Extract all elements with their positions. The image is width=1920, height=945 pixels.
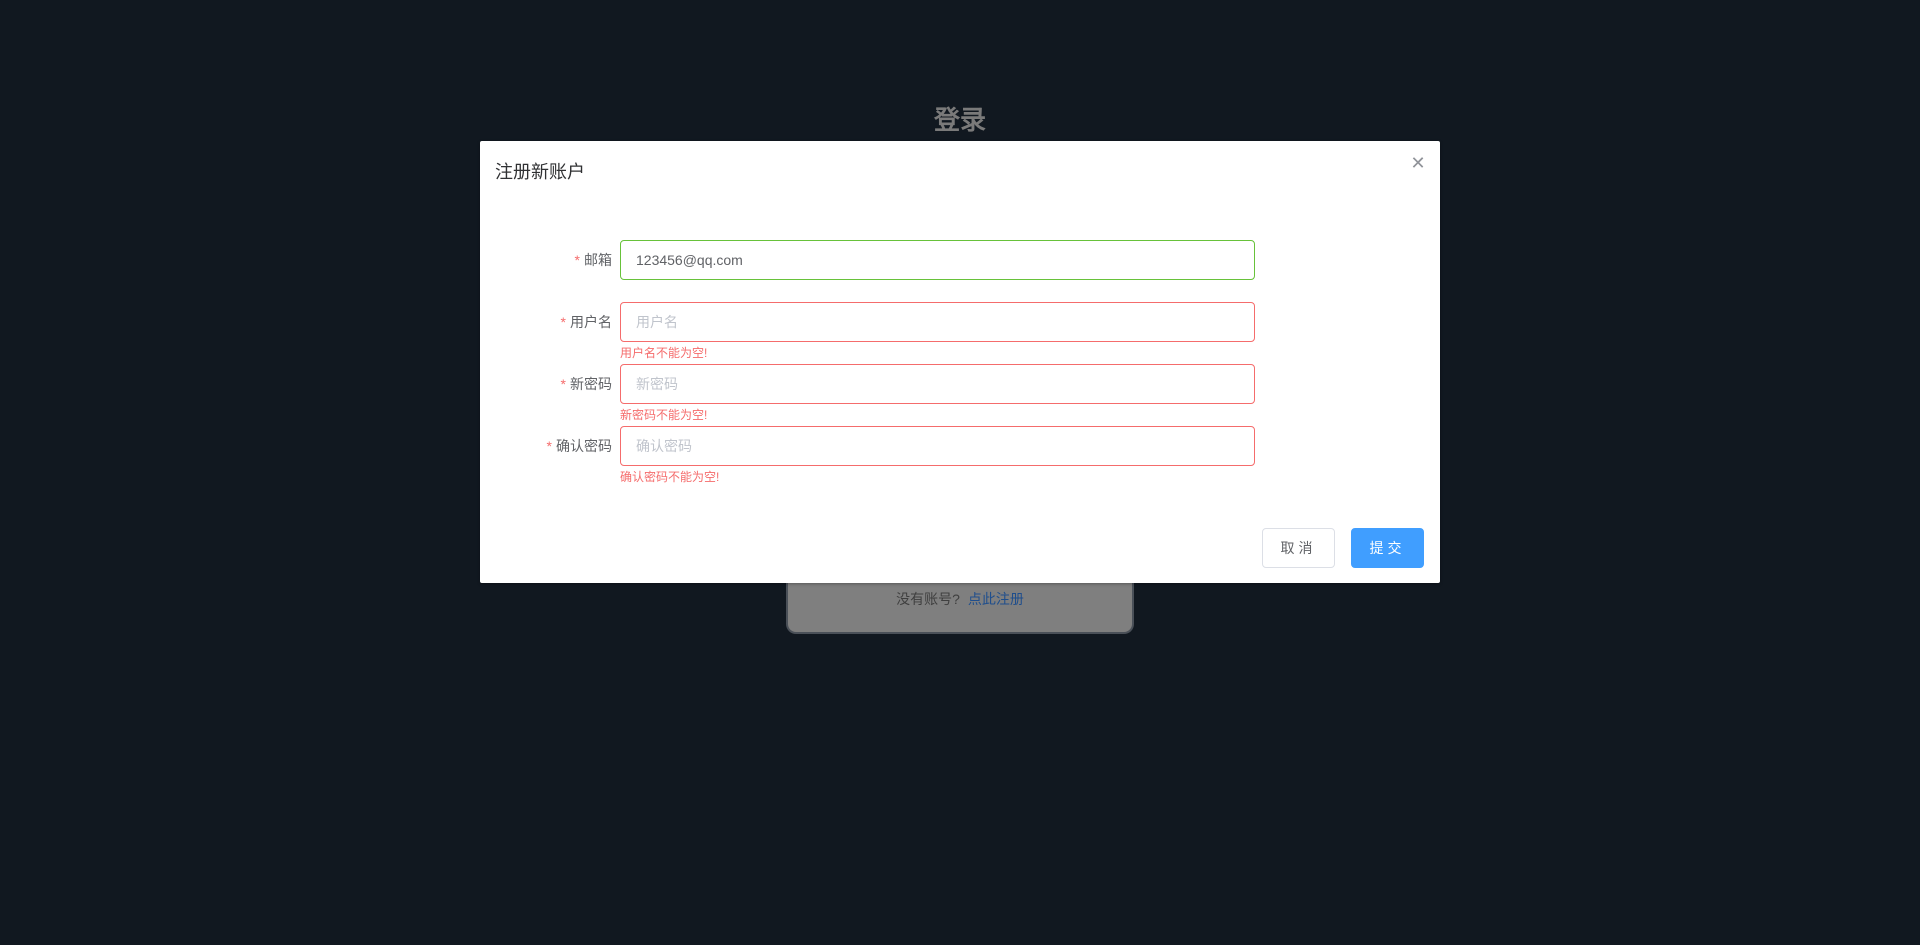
username-input[interactable] bbox=[620, 302, 1255, 342]
label-text: 邮箱 bbox=[584, 252, 612, 268]
label-text: 新密码 bbox=[570, 376, 612, 392]
new-password-label: * 新密码 bbox=[561, 364, 612, 404]
close-icon[interactable]: ✕ bbox=[1410, 154, 1426, 172]
new-password-error: 新密码不能为空! bbox=[620, 408, 708, 422]
required-mark: * bbox=[546, 438, 552, 454]
cancel-button[interactable]: 取消 bbox=[1262, 528, 1335, 568]
required-mark: * bbox=[574, 252, 580, 268]
confirm-password-label: * 确认密码 bbox=[547, 426, 612, 466]
submit-button[interactable]: 提交 bbox=[1351, 528, 1424, 568]
new-password-input[interactable] bbox=[620, 364, 1255, 404]
confirm-password-input[interactable] bbox=[620, 426, 1255, 466]
email-input[interactable] bbox=[620, 240, 1255, 280]
register-link[interactable]: 点此注册 bbox=[968, 591, 1024, 607]
form-row-new-password: * 新密码 新密码不能为空! bbox=[480, 364, 1440, 422]
form-row-username: *用户名 用户名不能为空! bbox=[480, 302, 1440, 360]
required-mark: * bbox=[560, 314, 566, 330]
no-account-text: 没有账号? bbox=[896, 591, 960, 607]
username-label: * 用户名 bbox=[561, 302, 612, 342]
email-label: * 邮箱 bbox=[575, 240, 612, 280]
label-text: 确认密码 bbox=[556, 438, 612, 454]
login-title: 登录 bbox=[933, 105, 986, 135]
form-row-email: * 邮箱 bbox=[480, 240, 1440, 280]
dialog-title: 注册新账户 bbox=[495, 162, 585, 182]
confirm-password-error: 确认密码不能为空! bbox=[620, 470, 720, 484]
required-mark: * bbox=[560, 376, 566, 392]
register-dialog: 注册新账户 ✕ *邮箱 *用户名 用户名不能为空! *新密码 新密码不能为空! … bbox=[480, 141, 1440, 583]
form-row-confirm-password: * 确认密码 确认密码不能为空! bbox=[480, 426, 1440, 484]
username-error: 用户名不能为空! bbox=[620, 346, 708, 360]
label-text: 用户名 bbox=[570, 314, 612, 330]
